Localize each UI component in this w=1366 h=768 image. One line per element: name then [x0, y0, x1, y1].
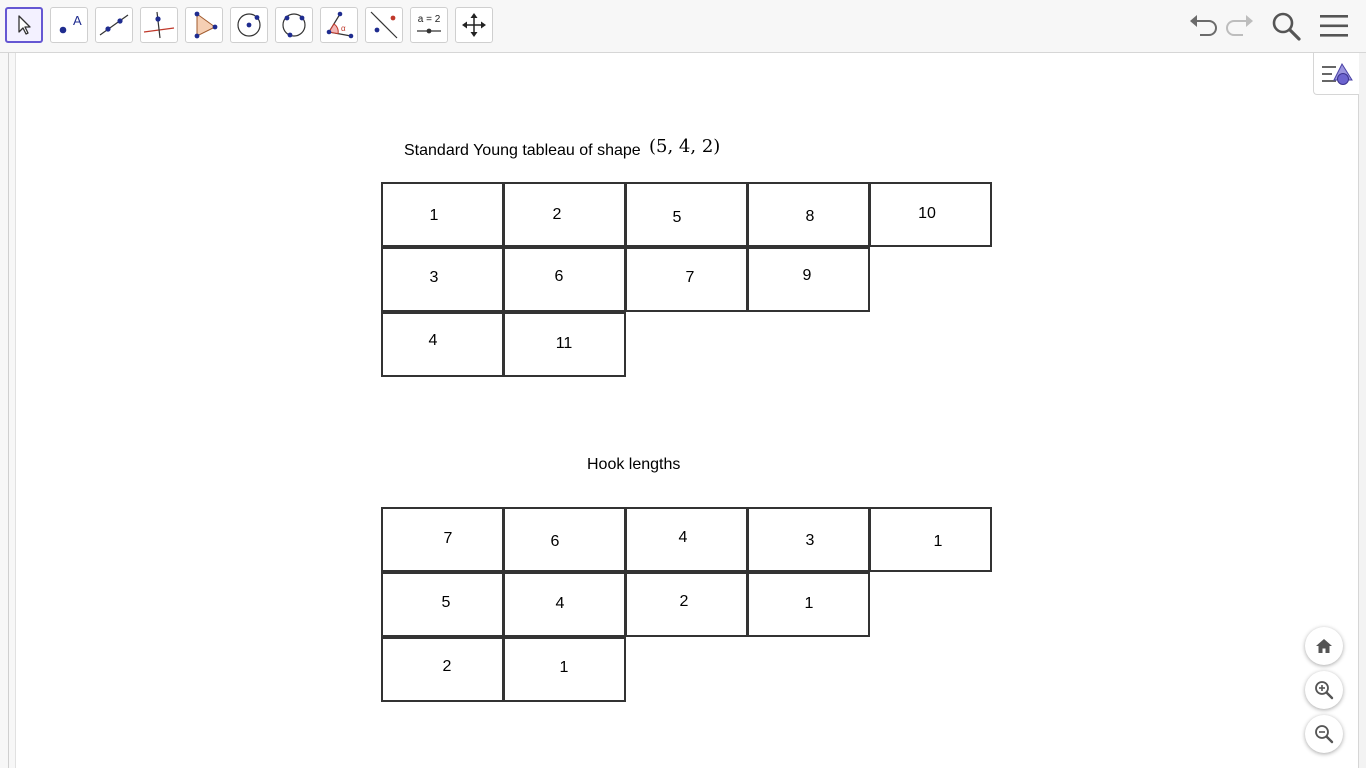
- tableau-cell: 1: [381, 182, 504, 247]
- perpendicular-line-icon: [143, 11, 175, 39]
- tableau-cell-value: 6: [554, 268, 564, 285]
- move-graphics-view-tool-button[interactable]: [455, 7, 493, 43]
- tableau-cell-value: 8: [805, 208, 815, 225]
- reflect-tool-button[interactable]: [365, 7, 403, 43]
- hook-lengths-caption: Hook lengths: [587, 456, 681, 473]
- tableau-cell-value: 5: [672, 209, 682, 226]
- hook-cell: 1: [503, 637, 626, 702]
- tableau-cell: 6: [503, 247, 626, 312]
- tableau-shape: (5, 4, 2): [649, 136, 721, 157]
- angle-icon: α: [326, 11, 354, 39]
- tableau-cell: 3: [381, 247, 504, 312]
- hook-cell-value: 5: [441, 594, 451, 611]
- hook-cell: 6: [503, 507, 626, 572]
- tableau-cell: 2: [503, 182, 626, 247]
- hook-cell-value: 1: [559, 659, 569, 676]
- hook-cell: 2: [625, 572, 748, 637]
- move-arrow-icon: [18, 15, 31, 35]
- tableau-cell: 11: [503, 312, 626, 377]
- polygon-icon: [194, 11, 218, 39]
- slider-icon-label: a = 2: [418, 14, 441, 25]
- circle-three-points-icon: [282, 13, 306, 38]
- move-graphics-view-icon: [462, 13, 486, 37]
- hook-cell: 1: [747, 572, 870, 637]
- line-tool-button[interactable]: [95, 7, 133, 43]
- hook-cell-value: 2: [679, 593, 689, 610]
- zoom-in-button[interactable]: [1305, 671, 1343, 709]
- algebra-view-collapsed-strip[interactable]: [0, 53, 16, 768]
- polygon-tool-button[interactable]: [185, 7, 223, 43]
- move-tool-button[interactable]: [5, 7, 43, 43]
- tableau-cell-value: 11: [555, 335, 573, 352]
- tableau-cell-value: 1: [429, 207, 439, 224]
- hook-cell: 7: [381, 507, 504, 572]
- hook-cell: 3: [747, 507, 870, 572]
- main-menu-button[interactable]: [1316, 8, 1352, 44]
- hook-cell-value: 3: [805, 532, 815, 549]
- slider-icon: a = 2: [417, 14, 441, 34]
- hook-cell-value: 4: [555, 595, 565, 612]
- hook-cell: 4: [503, 572, 626, 637]
- style-bar-toggle-button[interactable]: [1313, 53, 1359, 95]
- hook-cell-value: 6: [550, 533, 560, 550]
- undo-button[interactable]: [1185, 8, 1221, 44]
- redo-icon: [1226, 15, 1253, 36]
- undo-icon: [1190, 15, 1217, 36]
- tableau-cell-value: 7: [685, 269, 695, 286]
- hook-cell: 2: [381, 637, 504, 702]
- redo-button[interactable]: [1222, 8, 1258, 44]
- graphics-view[interactable]: [16, 53, 1359, 768]
- angle-icon-letter: α: [341, 24, 346, 33]
- reflect-about-line-icon: [370, 11, 398, 39]
- slider-tool-button[interactable]: a = 2: [410, 7, 448, 43]
- angle-tool-button[interactable]: α: [320, 7, 358, 43]
- hook-cell-value: 2: [442, 658, 452, 675]
- line-icon: [99, 14, 129, 36]
- tableau-cell: 4: [381, 312, 504, 377]
- toolbar: A α a = 2: [0, 0, 1366, 53]
- tableau-cell: 9: [747, 247, 870, 312]
- point-icon-letter: A: [73, 13, 82, 28]
- graphics-view-right-border: [1358, 53, 1366, 768]
- hook-cell-value: 1: [804, 595, 814, 612]
- tableau-cell: 7: [625, 247, 748, 312]
- circle-three-points-tool-button[interactable]: [275, 7, 313, 43]
- tableau-cell-value: 9: [802, 267, 812, 284]
- tableau-cell: 5: [625, 182, 748, 247]
- point-tool-button[interactable]: A: [50, 7, 88, 43]
- search-button[interactable]: [1268, 8, 1304, 44]
- hook-cell-value: 7: [443, 530, 453, 547]
- circle-center-point-tool-button[interactable]: [230, 7, 268, 43]
- standard-view-button[interactable]: [1305, 627, 1343, 665]
- tableau-cell-value: 2: [552, 206, 562, 223]
- hook-cell: 4: [625, 507, 748, 572]
- perpendicular-line-tool-button[interactable]: [140, 7, 178, 43]
- zoom-out-icon: [1315, 725, 1334, 744]
- menu-icon: [1320, 15, 1348, 37]
- tableau-cell-value: 4: [428, 332, 438, 349]
- point-icon: A: [59, 13, 82, 34]
- zoom-in-icon: [1315, 681, 1334, 700]
- home-icon: [1316, 639, 1332, 653]
- hook-cell: 5: [381, 572, 504, 637]
- hook-cell-value: 4: [678, 529, 688, 546]
- tableau-cell: 10: [869, 182, 992, 247]
- tableau-cell: 8: [747, 182, 870, 247]
- circle-center-icon: [237, 13, 261, 37]
- tableau-cell-value: 3: [429, 269, 439, 286]
- hook-cell-value: 1: [933, 533, 943, 550]
- search-icon: [1272, 12, 1301, 41]
- zoom-out-button[interactable]: [1305, 715, 1343, 753]
- style-bar-icon: [1321, 62, 1353, 85]
- hook-cell: 1: [869, 507, 992, 572]
- tableau-cell-value: 10: [918, 205, 936, 222]
- tableau-caption: Standard Young tableau of shape: [404, 142, 641, 159]
